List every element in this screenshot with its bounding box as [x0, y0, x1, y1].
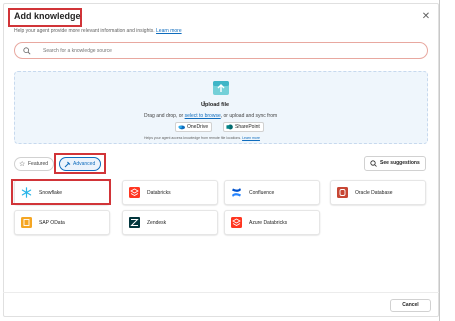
sharepoint-label: SharePoint [235, 124, 260, 130]
source-card-azure-databricks[interactable]: Azure Databricks [224, 210, 320, 235]
source-card-sap-odata[interactable]: SAP OData [14, 210, 110, 235]
upload-cloud-icon [213, 81, 229, 95]
onedrive-icon [178, 125, 185, 130]
sharepoint-button[interactable]: SharePoint [223, 122, 264, 132]
see-suggestions-label: See suggestions [380, 160, 420, 166]
source-card-databricks[interactable]: Databricks [122, 180, 218, 205]
tab-featured-label: Featured [28, 161, 49, 167]
dialog-subtitle: Help your agent provide more relevant in… [14, 28, 182, 34]
search-box[interactable] [14, 42, 428, 59]
helper-learn-more-link[interactable]: Learn more [242, 136, 260, 140]
learn-more-link[interactable]: Learn more [156, 28, 182, 34]
search-icon [23, 47, 31, 55]
dialog-title: Add knowledge [14, 11, 81, 21]
source-name: Confluence [249, 190, 275, 196]
sparkle-search-icon [370, 160, 377, 167]
zendesk-logo-icon [129, 217, 140, 228]
source-name: Azure Databricks [249, 220, 288, 226]
helper-text: Helps your agent access knowledge from r… [144, 136, 242, 140]
drag-prefix: Drag and drop, or [144, 113, 185, 119]
upload-title: Upload file [201, 102, 230, 108]
confluence-logo-icon [232, 188, 241, 197]
snowflake-highlight-box [11, 179, 111, 205]
upload-helper-text: Helps your agent access knowledge from r… [144, 136, 260, 140]
close-icon[interactable]: ✕ [421, 12, 431, 22]
source-name: Databricks [147, 190, 171, 196]
onedrive-label: OneDrive [187, 124, 209, 130]
oracle-database-logo-icon [337, 187, 348, 198]
window-edge [439, 0, 440, 321]
tab-featured[interactable]: ☆ Featured [14, 157, 55, 171]
sharepoint-icon [226, 124, 233, 130]
search-input[interactable] [43, 45, 413, 56]
see-suggestions-button[interactable]: See suggestions [364, 156, 426, 171]
browse-link[interactable]: select to browse [185, 113, 221, 119]
databricks-logo-icon [129, 187, 140, 198]
sap-odata-logo-icon [21, 217, 32, 228]
subtitle-text: Help your agent provide more relevant in… [14, 28, 155, 34]
star-icon: ☆ [19, 161, 26, 168]
source-name: Oracle Database [355, 190, 393, 196]
source-name: Zendesk [147, 220, 167, 226]
source-name: SAP OData [39, 220, 65, 226]
cancel-button[interactable]: Cancel [390, 299, 431, 312]
azure-databricks-logo-icon [231, 217, 242, 228]
drag-suffix: , or upload and sync from [220, 113, 278, 119]
source-card-zendesk[interactable]: Zendesk [122, 210, 218, 235]
drag-drop-text: Drag and drop, or select to browse, or u… [144, 113, 277, 119]
source-card-confluence[interactable]: Confluence [224, 180, 320, 205]
advanced-highlight-box [54, 153, 106, 174]
onedrive-button[interactable]: OneDrive [175, 122, 213, 132]
source-card-oracle-database[interactable]: Oracle Database [330, 180, 426, 205]
footer-divider [3, 292, 439, 293]
